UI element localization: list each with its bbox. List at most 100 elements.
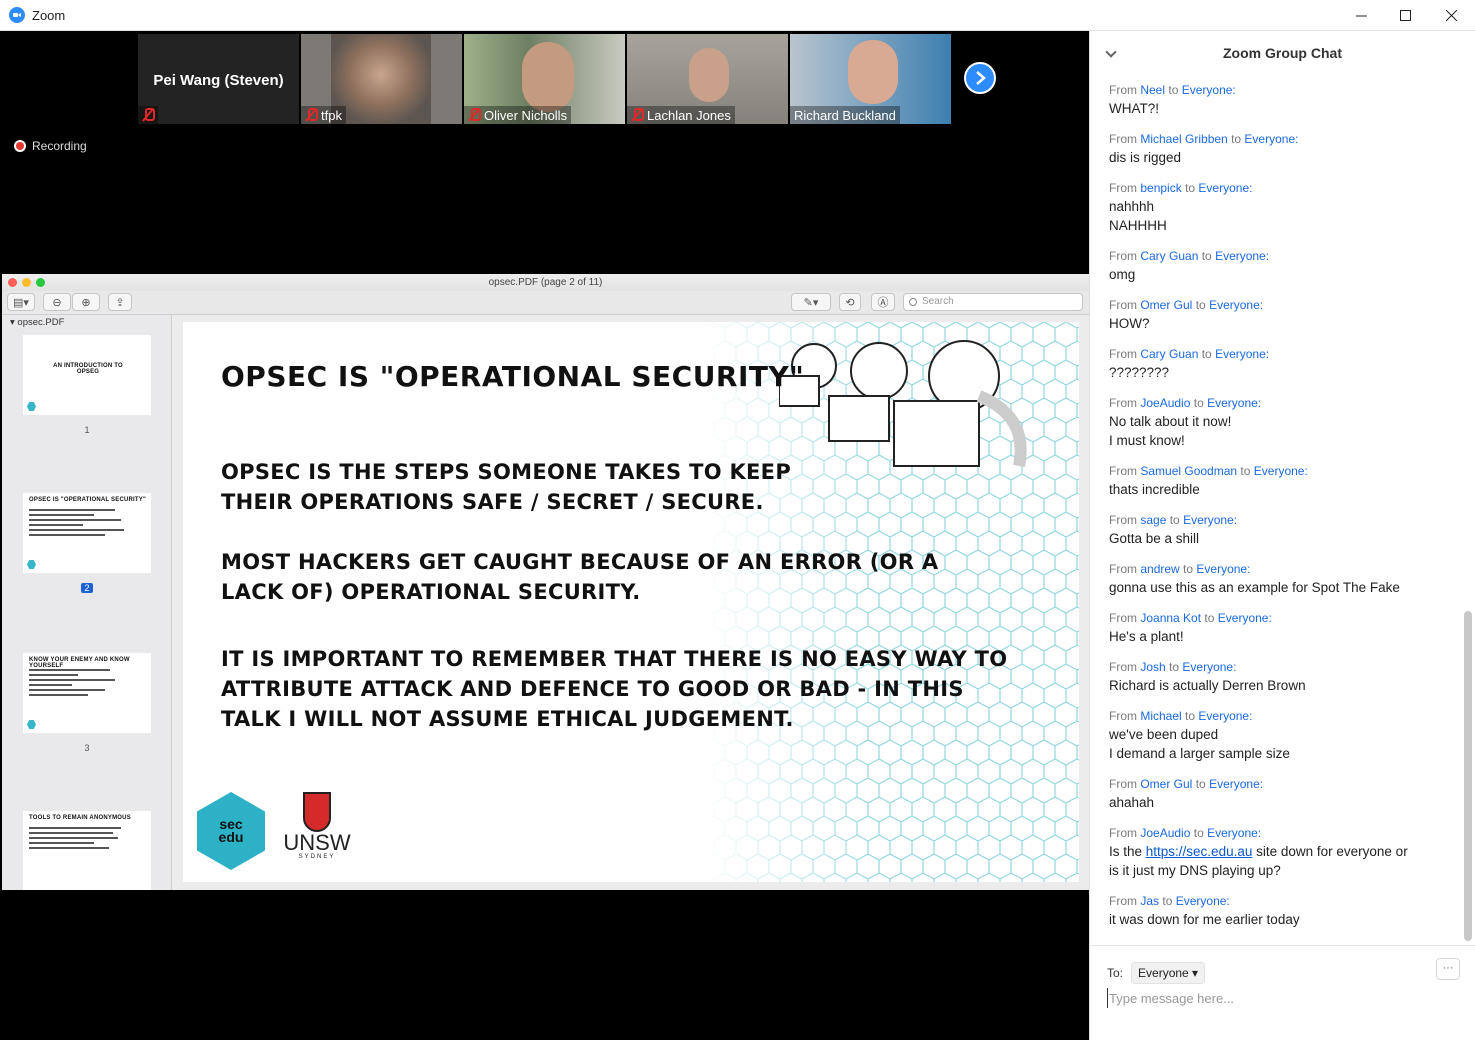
participant-tile[interactable]: Richard Buckland (790, 34, 951, 124)
markup-pen-button[interactable]: ✎▾ (791, 293, 831, 311)
message-sender[interactable]: Cary Guan (1140, 347, 1198, 361)
zoom-out-button[interactable]: ⊖ (43, 293, 71, 311)
message-sender[interactable]: Cary Guan (1140, 249, 1198, 263)
message-sender[interactable]: Samuel Goodman (1140, 464, 1237, 478)
minimize-dot[interactable] (22, 278, 31, 287)
participant-tile[interactable]: Oliver Nicholls (464, 34, 625, 124)
from-word: From (1109, 894, 1137, 908)
participant-video (848, 40, 898, 104)
from-word: From (1109, 709, 1137, 723)
from-word: From (1109, 132, 1137, 146)
message-text: nahhhh (1109, 199, 1155, 214)
message-sender[interactable]: Neel (1140, 83, 1165, 97)
traffic-lights (8, 278, 45, 287)
from-word: From (1109, 83, 1137, 97)
message-sender[interactable]: Michael (1140, 709, 1181, 723)
message-sender[interactable]: andrew (1140, 562, 1179, 576)
message-sender[interactable]: Joanna Kot (1140, 611, 1201, 625)
thumbnail-text-lines (29, 509, 137, 539)
zoom-in-button[interactable]: ⊕ (72, 293, 100, 311)
chevron-down-icon[interactable] (1105, 46, 1117, 58)
page-thumbnail[interactable]: OPSEC IS "OPERATIONAL SECURITY" (23, 493, 151, 573)
next-participants-button[interactable] (964, 62, 996, 94)
unsw-crest-icon (303, 792, 331, 832)
chat-scrollbar[interactable] (1464, 611, 1472, 941)
message-recipient: Everyone: (1209, 777, 1264, 791)
chat-title: Zoom Group Chat (1223, 45, 1342, 61)
message-text: it was down for me earlier today (1109, 912, 1300, 927)
message-header: From Cary Guan to Everyone: (1109, 247, 1454, 265)
message-sender[interactable]: JoeAudio (1140, 396, 1190, 410)
from-word: From (1109, 298, 1137, 312)
message-header: From Omer Gul to Everyone: (1109, 296, 1454, 314)
message-text: ahahah (1109, 795, 1155, 810)
preview-search-input[interactable]: Search (903, 293, 1083, 311)
preview-titlebar: opsec.PDF (page 2 of 11) (2, 274, 1089, 291)
chat-message: From Samuel Goodman to Everyone: thats in… (1109, 462, 1454, 499)
message-sender[interactable]: benpick (1140, 181, 1181, 195)
thumbnail-title: TOOLS TO REMAIN ANONYMOUS (29, 815, 131, 821)
zoom-dot[interactable] (36, 278, 45, 287)
message-header: From Neel to Everyone: (1109, 81, 1454, 99)
minimize-button[interactable] (1338, 0, 1384, 31)
slide-paragraph-3: IT IS IMPORTANT TO REMEMBER THAT THERE I… (221, 647, 1008, 731)
message-link[interactable]: https://sec.edu.au (1146, 844, 1253, 859)
from-word: From (1109, 249, 1137, 263)
sidebar-file-header[interactable]: ▾ opsec.PDF (2, 315, 171, 331)
message-sender[interactable]: sage (1140, 513, 1166, 527)
message-sender[interactable]: Jas (1140, 894, 1159, 908)
message-sender[interactable]: Omer Gul (1140, 777, 1192, 791)
message-recipient: Everyone: (1182, 660, 1237, 674)
message-text: NAHHHH (1109, 218, 1167, 233)
message-recipient: Everyone: (1244, 132, 1299, 146)
sidebar-file-name: opsec.PDF (17, 317, 65, 328)
mic-muted-icon (468, 108, 481, 122)
close-button[interactable] (1428, 0, 1474, 31)
recording-indicator[interactable]: Recording (14, 139, 87, 153)
from-word: From (1109, 464, 1137, 478)
participant-tile[interactable]: Lachlan Jones (627, 34, 788, 124)
chat-message: From Jas to Everyone: it was down for me … (1109, 892, 1454, 929)
thumbnail-title: KNOW YOUR ENEMY AND KNOW YOURSELF (29, 657, 130, 669)
thumbnail-title: OPSEC IS "OPERATIONAL SECURITY" (29, 497, 147, 503)
recipient-select[interactable]: Everyone ▾ (1131, 962, 1206, 984)
message-text: dis is rigged (1109, 150, 1182, 165)
message-header: From benpick to Everyone: (1109, 179, 1454, 197)
participant-tile[interactable]: Pei Wang (Steven) (138, 34, 299, 124)
participant-label (138, 106, 158, 124)
message-sender[interactable]: Michael Gribben (1140, 132, 1227, 146)
sec-edu-logo-small (27, 560, 36, 569)
chat-message-input[interactable] (1107, 988, 1447, 1008)
message-sender[interactable]: Josh (1140, 660, 1165, 674)
more-options-button[interactable]: ··· (1436, 958, 1460, 980)
mic-muted-icon (631, 108, 644, 122)
chat-message-list: From Neel to Everyone: WHAT?! From Michael… (1109, 81, 1454, 941)
close-dot[interactable] (8, 278, 17, 287)
message-header: From Omer Gul to Everyone: (1109, 775, 1454, 793)
annotate-button[interactable]: Ⓐ (871, 293, 895, 311)
chat-message: From Joanna Kot to Everyone: He's a plant… (1109, 609, 1454, 646)
participant-label: Oliver Nicholls (464, 106, 572, 124)
sidebar-toggle-button[interactable]: ▤▾ (7, 293, 35, 311)
window-titlebar: Zoom (0, 0, 1475, 31)
message-text: No talk about it now! (1109, 414, 1232, 429)
message-sender[interactable]: JoeAudio (1140, 826, 1190, 840)
maximize-button[interactable] (1382, 0, 1428, 31)
message-sender[interactable]: Omer Gul (1140, 298, 1192, 312)
participant-tile[interactable]: tfpk (301, 34, 462, 124)
message-header: From JoeAudio to Everyone: (1109, 824, 1454, 842)
hackers-illustration (779, 340, 1027, 468)
page-thumbnail[interactable]: KNOW YOUR ENEMY AND KNOW YOURSELF (23, 653, 151, 733)
page-thumbnail[interactable]: AN INTRODUCTION TO OPSEG (23, 335, 151, 415)
from-word: From (1109, 660, 1137, 674)
participant-video (522, 42, 574, 112)
message-text: He's a plant! (1109, 629, 1184, 644)
mic-muted-icon (142, 108, 155, 122)
page-thumbnail[interactable]: TOOLS TO REMAIN ANONYMOUS (23, 811, 151, 890)
to-word: to (1204, 611, 1215, 625)
recording-icon (14, 140, 26, 152)
rotate-button[interactable]: ⟲ (839, 293, 861, 311)
share-button[interactable]: ⇪ (108, 293, 132, 311)
slide-paragraph-2: MOST HACKERS GET CAUGHT BECAUSE OF AN ER… (221, 550, 939, 604)
from-word: From (1109, 181, 1137, 195)
